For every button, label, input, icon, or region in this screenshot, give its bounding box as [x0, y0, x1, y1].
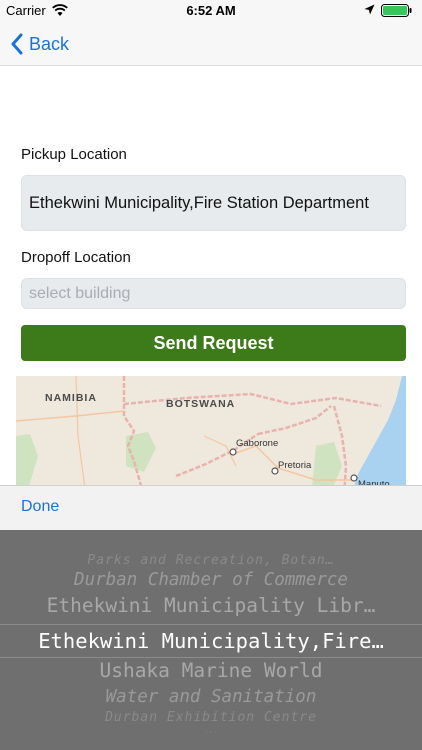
status-bar: Carrier 6:52 AM	[0, 0, 422, 22]
map-city-label: Pretoria	[278, 460, 312, 471]
picker-toolbar: Done	[0, 485, 422, 530]
back-label: Back	[29, 33, 70, 54]
map-view[interactable]: NAMIBIA BOTSWANA Gaborone Pretoria Maput…	[16, 376, 406, 496]
back-button[interactable]: Back	[10, 31, 69, 57]
picker-option[interactable]: Ethekwini Municipality Libr…	[0, 594, 422, 622]
pickup-location-label: Pickup Location	[21, 146, 127, 163]
picker-selection-indicator	[0, 624, 422, 658]
location-arrow-icon	[364, 4, 375, 15]
status-time: 6:52 AM	[186, 3, 236, 18]
map-country-label: NAMIBIA	[45, 392, 97, 404]
dropoff-location-field[interactable]: select building	[21, 278, 406, 309]
done-button[interactable]: Done	[21, 498, 59, 516]
map-country-label: BOTSWANA	[166, 398, 236, 410]
battery-icon	[381, 4, 412, 17]
map-city-label: Gaborone	[236, 438, 279, 449]
navigation-bar: Back	[0, 22, 422, 66]
picker-option[interactable]: Ushaka Marine World	[0, 659, 422, 687]
picker-option[interactable]: ...	[0, 726, 422, 736]
back-chevron-icon	[11, 33, 23, 55]
dropoff-location-label: Dropoff Location	[21, 249, 131, 266]
pickup-location-field[interactable]: Ethekwini Municipality,Fire Station Depa…	[21, 175, 406, 231]
picker-option[interactable]: Water and Sanitation	[0, 687, 422, 711]
picker-option[interactable]: Durban Chamber of Commerce	[0, 570, 422, 594]
send-request-button[interactable]: Send Request	[21, 325, 406, 361]
picker-option[interactable]: Parks and Recreation, Botan…	[0, 553, 422, 569]
